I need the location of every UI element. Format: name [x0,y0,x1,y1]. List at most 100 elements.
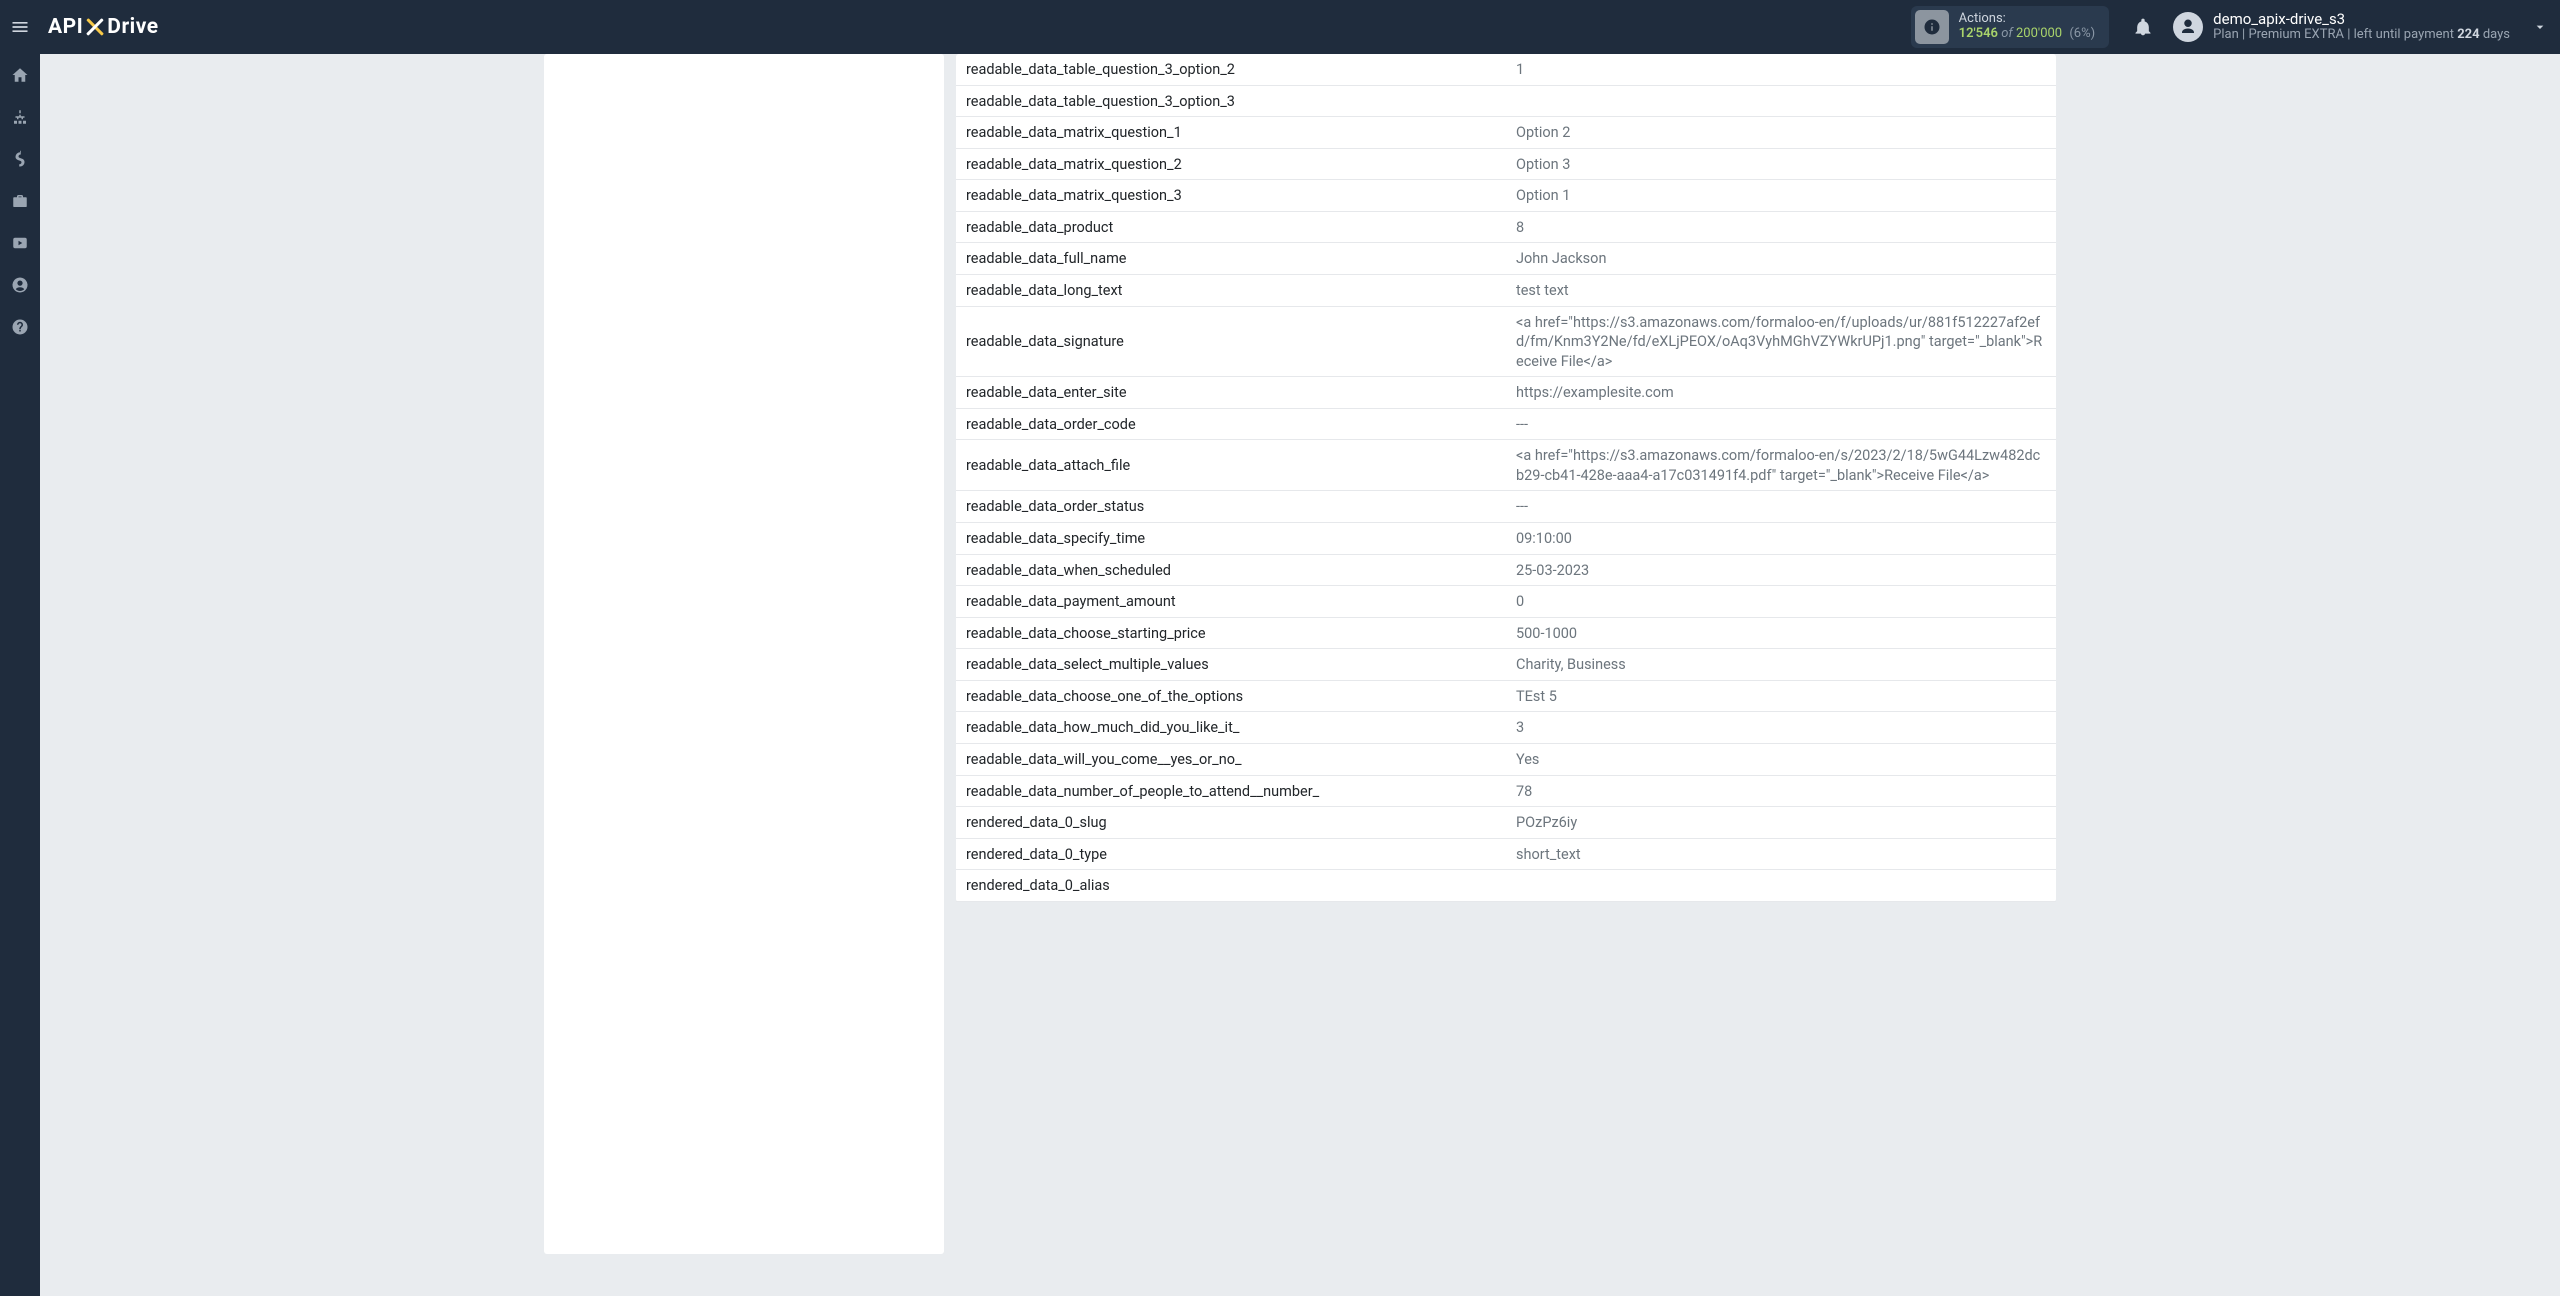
table-row: readable_data_when_scheduled25-03-2023 [956,554,2056,586]
logo-api: API [48,15,83,39]
row-value: John Jackson [1506,243,2056,275]
actions-pct: (6%) [2069,26,2095,41]
sidebar-item-services[interactable] [0,180,40,222]
table-row: readable_data_full_nameJohn Jackson [956,243,2056,275]
row-key: readable_data_number_of_people_to_attend… [956,775,1506,807]
row-value: 78 [1506,775,2056,807]
question-circle-icon [11,318,29,336]
table-row: readable_data_select_multiple_valuesChar… [956,649,2056,681]
row-value: Option 1 [1506,180,2056,212]
table-row: readable_data_how_much_did_you_like_it_3 [956,712,2056,744]
user-avatar [2173,12,2203,42]
actions-label: Actions: [1959,12,2095,27]
row-value: Option 2 [1506,117,2056,149]
table-row: rendered_data_0_alias [956,870,2056,902]
row-key: readable_data_table_question_3_option_2 [956,54,1506,85]
youtube-icon [11,234,29,252]
content-layout: readable_data_table_question_3_option_21… [58,54,2542,1254]
actions-max: 200'000 [2016,26,2062,41]
row-key: readable_data_select_multiple_values [956,649,1506,681]
actions-numbers: 12'546 of 200'000 (6%) [1959,27,2095,42]
table-row: readable_data_product8 [956,211,2056,243]
user-circle-icon [11,276,29,294]
sidebar-item-videos[interactable] [0,222,40,264]
table-row: readable_data_will_you_come__yes_or_no_Y… [956,743,2056,775]
row-key: readable_data_payment_amount [956,586,1506,618]
table-row: rendered_data_0_typeshort_text [956,838,2056,870]
row-value: POzPz6iy [1506,807,2056,839]
dollar-icon [11,150,29,168]
menu-toggle-button[interactable] [0,0,40,54]
left-word: left until payment [2354,27,2454,42]
row-value: Charity, Business [1506,649,2056,681]
row-key: readable_data_enter_site [956,377,1506,409]
row-key: readable_data_matrix_question_1 [956,117,1506,149]
row-value: test text [1506,274,2056,306]
row-key: readable_data_matrix_question_2 [956,148,1506,180]
table-row: readable_data_number_of_people_to_attend… [956,775,2056,807]
actions-of: of [2001,26,2013,41]
left-card [544,54,944,1254]
main-content[interactable]: readable_data_table_question_3_option_21… [40,54,2560,1296]
left-panel [544,54,944,1254]
row-key: readable_data_order_status [956,491,1506,523]
row-key: readable_data_product [956,211,1506,243]
table-row: readable_data_table_question_3_option_21 [956,54,2056,85]
row-key: readable_data_full_name [956,243,1506,275]
table-row: readable_data_matrix_question_1Option 2 [956,117,2056,149]
app-logo[interactable]: API Drive [40,0,167,54]
row-key: readable_data_choose_one_of_the_options [956,680,1506,712]
sidebar-item-home[interactable] [0,54,40,96]
row-key: readable_data_will_you_come__yes_or_no_ [956,743,1506,775]
row-value [1506,870,2056,902]
row-value: 0 [1506,586,2056,618]
row-value: 3 [1506,712,2056,744]
row-value: <a href="https://s3.amazonaws.com/formal… [1506,306,2056,377]
sidebar-item-help[interactable] [0,306,40,348]
navbar-left: API Drive [0,0,167,54]
row-key: rendered_data_0_type [956,838,1506,870]
days-word: days [2483,27,2510,42]
data-card: readable_data_table_question_3_option_21… [956,54,2056,902]
logo-drive: Drive [107,15,158,39]
row-value: Option 3 [1506,148,2056,180]
table-row: readable_data_matrix_question_2Option 3 [956,148,2056,180]
logo-x-icon [84,16,106,38]
table-row: readable_data_choose_starting_price500-1… [956,617,2056,649]
plan-name: Premium EXTRA [2248,27,2344,42]
user-menu[interactable]: demo_apix-drive_s3 Plan | Premium EXTRA … [2163,0,2520,54]
row-value: 09:10:00 [1506,523,2056,555]
left-sidebar [0,54,40,1296]
bell-icon [2133,17,2153,37]
actions-count: 12'546 [1959,26,1998,41]
table-row: readable_data_enter_sitehttps://examples… [956,377,2056,409]
info-icon [1923,18,1941,36]
row-value: 1 [1506,54,2056,85]
row-key: readable_data_how_much_did_you_like_it_ [956,712,1506,744]
notifications-button[interactable] [2123,0,2163,54]
row-value: <a href="https://s3.amazonaws.com/formal… [1506,440,2056,491]
sidebar-item-billing[interactable] [0,138,40,180]
table-row: readable_data_specify_time09:10:00 [956,523,2056,555]
actions-text: Actions: 12'546 of 200'000 (6%) [1959,12,2095,42]
table-row: readable_data_order_status--- [956,491,2056,523]
table-row: readable_data_table_question_3_option_3 [956,85,2056,117]
sidebar-item-account[interactable] [0,264,40,306]
row-key: readable_data_long_text [956,274,1506,306]
row-key: readable_data_attach_file [956,440,1506,491]
plan-word: Plan [2213,27,2239,42]
user-menu-caret[interactable] [2520,0,2560,54]
table-row: rendered_data_0_slugPOzPz6iy [956,807,2056,839]
row-value: 500-1000 [1506,617,2056,649]
sidebar-item-integrations[interactable] [0,96,40,138]
briefcase-icon [11,192,29,210]
user-text: demo_apix-drive_s3 Plan | Premium EXTRA … [2213,11,2510,43]
top-navbar: API Drive Actions: 12'546 of 200'000 (6%… [0,0,2560,54]
sitemap-icon [11,108,29,126]
user-plan: Plan | Premium EXTRA | left until paymen… [2213,28,2510,43]
row-value: --- [1506,491,2056,523]
row-key: readable_data_table_question_3_option_3 [956,85,1506,117]
user-name: demo_apix-drive_s3 [2213,11,2510,28]
actions-counter[interactable]: Actions: 12'546 of 200'000 (6%) [1911,6,2109,48]
info-badge [1915,10,1949,44]
